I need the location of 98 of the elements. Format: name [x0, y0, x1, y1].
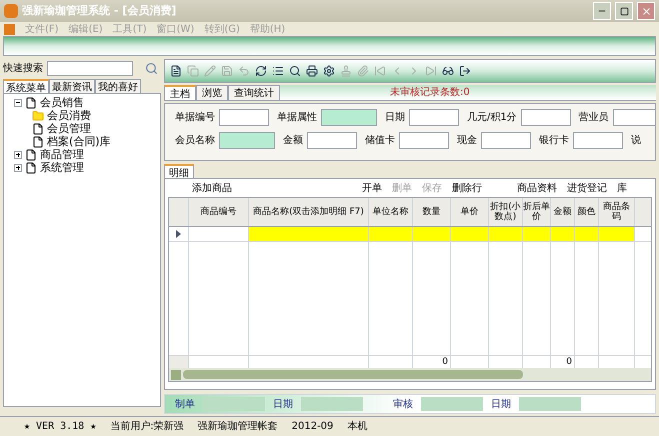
tree-item[interactable]: 会员销售 [40, 96, 84, 109]
footer-field[interactable] [519, 397, 581, 411]
preview-icon[interactable] [289, 65, 301, 77]
field-label: 日期 [385, 110, 405, 125]
settings-icon[interactable] [323, 65, 335, 77]
close-icon [640, 6, 652, 16]
total-cell: 0 [566, 357, 572, 367]
table-cell[interactable] [599, 227, 635, 241]
field-label: 说 [631, 134, 641, 148]
action-link[interactable]: 开单 [362, 180, 382, 196]
footer-label: 日期 [491, 398, 511, 412]
refresh-icon[interactable] [255, 65, 267, 77]
sidebar-tab[interactable]: 系统菜单 [3, 79, 49, 93]
maximize-button[interactable] [615, 2, 633, 20]
expand-icon[interactable] [14, 164, 22, 172]
status-text: 当前用户:荣新强 [110, 420, 184, 434]
detail-tab[interactable]: 明细 [164, 164, 194, 178]
window-title: 强新瑜珈管理系统 - [会员消费] [22, 2, 178, 19]
table-cell[interactable] [489, 227, 523, 241]
sidebar-tab[interactable]: 最新资讯 [49, 79, 95, 93]
file-icon [25, 162, 37, 174]
footer-field[interactable] [301, 397, 363, 411]
footer-label: 审核 [393, 398, 413, 412]
column-header[interactable]: 折后单价 [523, 198, 551, 226]
tab[interactable]: 查询统计 [228, 85, 280, 100]
tab[interactable]: 主档 [164, 85, 196, 100]
column-header[interactable]: 金额 [551, 198, 575, 226]
footer-field[interactable] [203, 397, 265, 411]
table-cell[interactable] [575, 227, 599, 241]
tree-item[interactable]: 会员管理 [47, 122, 91, 135]
tree-item[interactable]: 档案(合同)库 [47, 135, 111, 148]
column-header[interactable]: 单位名称 [369, 198, 413, 226]
input-field[interactable] [409, 109, 459, 126]
search-icon[interactable] [145, 62, 158, 74]
expand-icon[interactable] [14, 150, 22, 158]
glasses-icon[interactable] [442, 65, 454, 77]
field-label: 现金 [457, 134, 477, 148]
column-header[interactable]: 颜色 [575, 198, 599, 226]
field-label: 单据编号 [175, 110, 215, 125]
status-text: 强新瑜珈管理帐套 [198, 420, 278, 434]
action-link[interactable]: 添加商品 [192, 180, 232, 196]
file-icon [25, 96, 37, 108]
input-field[interactable] [481, 132, 531, 149]
column-header[interactable]: 数量 [413, 198, 451, 226]
total-cell: 0 [442, 357, 448, 367]
tab[interactable]: 浏览 [196, 85, 228, 100]
field-label: 单据属性 [277, 110, 317, 125]
sidebar-tab[interactable]: 我的喜好 [95, 79, 141, 93]
app-icon [4, 24, 15, 34]
table-cell[interactable] [413, 227, 451, 241]
table-cell[interactable] [451, 227, 489, 241]
printer-icon[interactable] [306, 65, 318, 77]
input-field[interactable] [573, 132, 623, 149]
pending-notice: 未审核记录条数:0 [390, 86, 470, 100]
maximize-icon [620, 6, 628, 16]
column-header[interactable]: 商品编号 [189, 198, 249, 226]
action-link[interactable]: 商品资料 [517, 180, 557, 196]
input-field[interactable] [219, 132, 275, 149]
file-icon [25, 148, 37, 160]
column-header[interactable]: 商品条码 [599, 198, 635, 226]
footer-label: 制单 [175, 398, 195, 412]
input-field[interactable] [307, 132, 357, 149]
horizontal-scrollbar[interactable] [169, 368, 651, 381]
input-field[interactable] [399, 132, 449, 149]
tree-item[interactable]: 商品管理 [40, 148, 84, 161]
new-file-icon[interactable] [170, 65, 182, 77]
footer-label: 日期 [273, 398, 293, 412]
status-text: ★ VER 3.18 ★ [24, 420, 96, 434]
input-field[interactable] [219, 109, 269, 126]
input-field[interactable] [612, 109, 655, 126]
exit-icon[interactable] [459, 65, 471, 77]
field-label: 会员名称 [175, 134, 215, 148]
app-icon [4, 4, 18, 18]
column-header[interactable]: 商品名称(双击添加明细 F7) [249, 198, 369, 226]
field-label: 金额 [283, 134, 303, 148]
tree-item[interactable]: 会员消费 [47, 109, 91, 122]
table-cell[interactable] [523, 227, 551, 241]
table-cell[interactable] [249, 227, 369, 241]
table-cell[interactable] [551, 227, 575, 241]
table-cell[interactable] [369, 227, 413, 241]
field-label: 银行卡 [539, 134, 569, 148]
column-header[interactable]: 单价 [451, 198, 489, 226]
search-label: 快速搜索 [3, 62, 43, 76]
input-field[interactable] [321, 109, 377, 126]
search-field[interactable] [47, 60, 133, 76]
field-label: 营业员 [578, 110, 609, 125]
action-link[interactable]: 删除行 [452, 180, 482, 196]
action-link[interactable]: 进货登记 [567, 180, 607, 196]
column-header[interactable]: 折扣(小数点) [489, 198, 523, 226]
footer-field[interactable] [421, 397, 483, 411]
field-label: 几元/积1分 [467, 111, 517, 125]
collapse-icon[interactable] [14, 98, 22, 106]
action-link[interactable]: 库 [617, 180, 627, 196]
field-label: 储值卡 [365, 134, 395, 148]
status-text: 本机 [347, 420, 368, 434]
status-text: 2012-09 [292, 420, 334, 434]
input-field[interactable] [520, 109, 571, 126]
tree-item[interactable]: 系统管理 [40, 161, 84, 174]
